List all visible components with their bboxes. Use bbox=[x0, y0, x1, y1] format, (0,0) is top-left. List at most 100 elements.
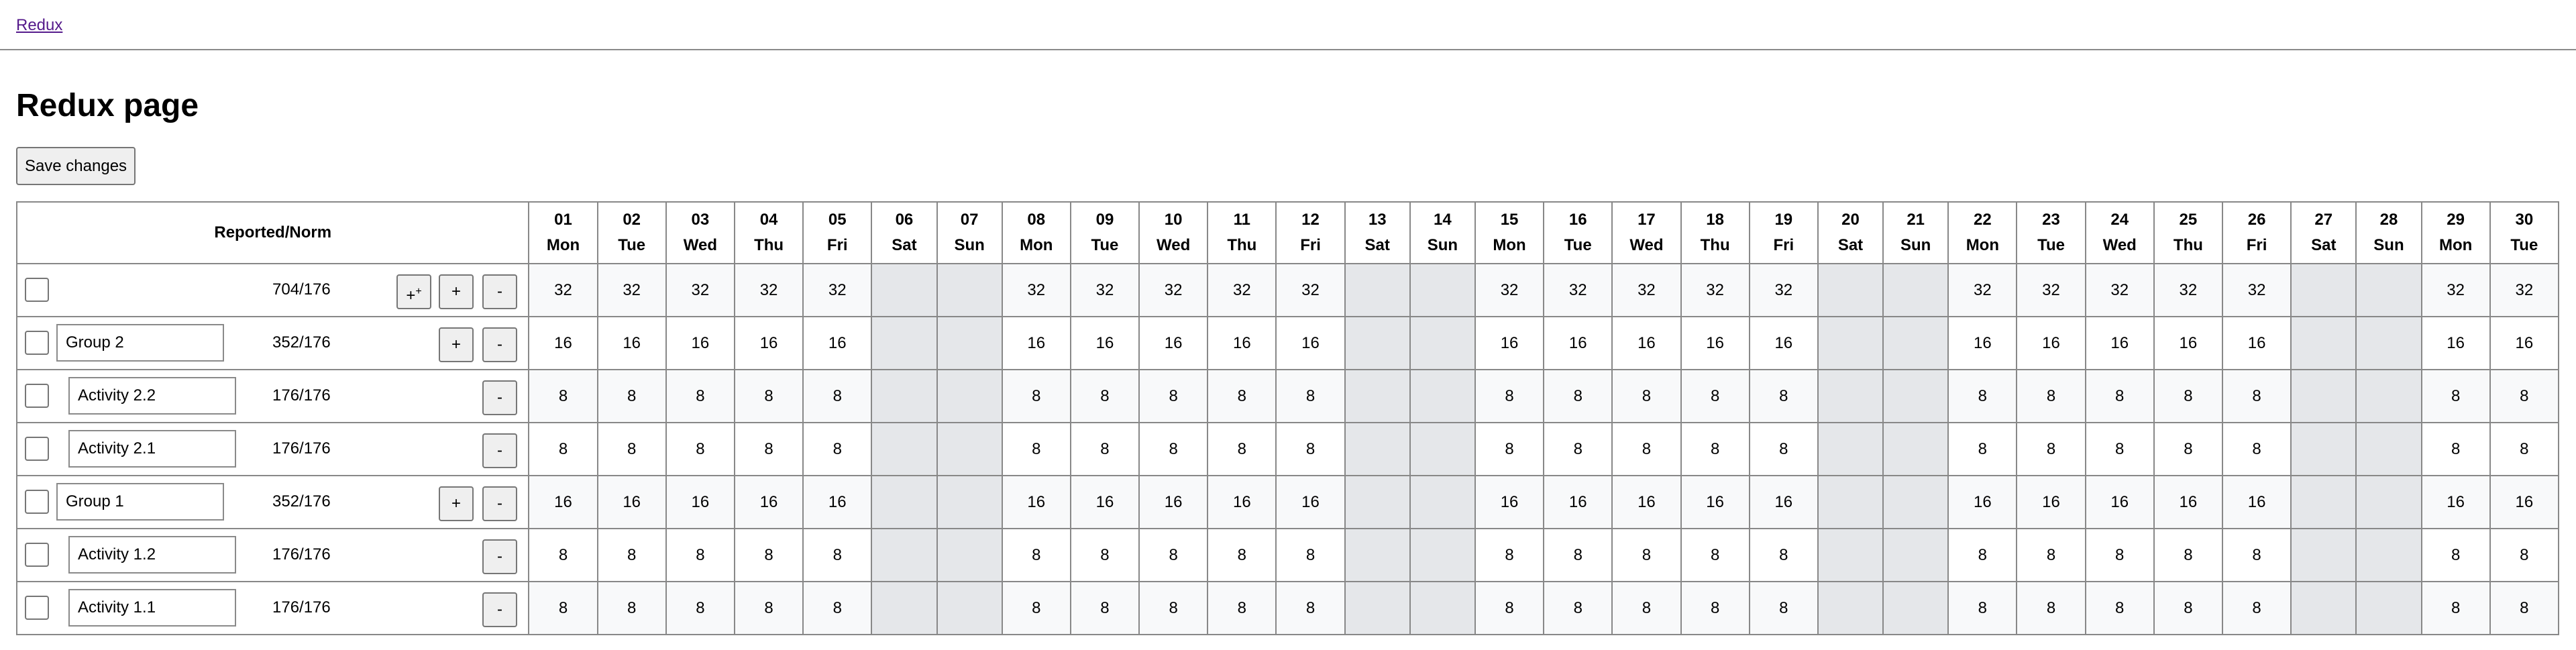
hours-cell[interactable]: 32 bbox=[1680, 263, 1750, 317]
hours-cell[interactable]: 16 bbox=[1680, 316, 1750, 370]
hours-cell[interactable]: 8 bbox=[2420, 369, 2491, 423]
hours-cell[interactable]: 16 bbox=[1543, 475, 1613, 529]
hours-cell[interactable]: 16 bbox=[1207, 475, 1277, 529]
hours-cell[interactable]: 32 bbox=[665, 263, 735, 317]
hours-cell[interactable]: 8 bbox=[1611, 369, 1682, 423]
hours-cell[interactable]: 8 bbox=[1543, 369, 1613, 423]
hours-cell[interactable]: 8 bbox=[1001, 422, 1071, 476]
hours-cell[interactable]: 16 bbox=[2489, 475, 2560, 529]
hours-cell[interactable]: 32 bbox=[2489, 263, 2560, 317]
hours-cell[interactable]: 16 bbox=[2016, 316, 2086, 370]
hours-cell[interactable]: 8 bbox=[2016, 581, 2086, 635]
hours-cell[interactable]: 32 bbox=[2084, 263, 2155, 317]
hours-cell[interactable]: 16 bbox=[1001, 316, 1071, 370]
hours-cell[interactable]: 16 bbox=[1275, 475, 1346, 529]
hours-cell[interactable]: 8 bbox=[2084, 528, 2155, 582]
hours-cell[interactable]: 16 bbox=[1138, 316, 1209, 370]
hours-cell[interactable]: 16 bbox=[2084, 316, 2155, 370]
hours-cell[interactable]: 16 bbox=[1680, 475, 1750, 529]
hours-cell[interactable]: 8 bbox=[1748, 581, 1819, 635]
hours-cell[interactable]: 8 bbox=[2489, 369, 2560, 423]
row-select-checkbox[interactable] bbox=[25, 278, 49, 302]
group-name-input[interactable] bbox=[56, 324, 224, 362]
hours-cell[interactable]: 16 bbox=[528, 475, 598, 529]
hours-cell[interactable]: 16 bbox=[1474, 316, 1545, 370]
hours-cell[interactable]: 16 bbox=[1543, 316, 1613, 370]
hours-cell[interactable]: 8 bbox=[596, 528, 667, 582]
hours-cell[interactable]: 16 bbox=[1138, 475, 1209, 529]
hours-cell[interactable]: 8 bbox=[1748, 528, 1819, 582]
hours-cell[interactable]: 16 bbox=[665, 475, 735, 529]
hours-cell[interactable]: 32 bbox=[1748, 263, 1819, 317]
hours-cell[interactable]: 32 bbox=[2016, 263, 2086, 317]
hours-cell[interactable]: 32 bbox=[2221, 263, 2292, 317]
hours-cell[interactable]: 8 bbox=[1680, 528, 1750, 582]
hours-cell[interactable]: 16 bbox=[2221, 316, 2292, 370]
hours-cell[interactable]: 8 bbox=[2489, 581, 2560, 635]
hours-cell[interactable]: 8 bbox=[2153, 422, 2224, 476]
hours-cell[interactable]: 32 bbox=[1275, 263, 1346, 317]
hours-cell[interactable]: 8 bbox=[1680, 422, 1750, 476]
hours-cell[interactable]: 8 bbox=[733, 422, 804, 476]
hours-cell[interactable]: 8 bbox=[2221, 369, 2292, 423]
hours-cell[interactable]: 32 bbox=[596, 263, 667, 317]
hours-cell[interactable]: 8 bbox=[1680, 369, 1750, 423]
hours-cell[interactable]: 8 bbox=[802, 422, 873, 476]
hours-cell[interactable]: 8 bbox=[1001, 581, 1071, 635]
hours-cell[interactable]: 16 bbox=[1474, 475, 1545, 529]
hours-cell[interactable]: 8 bbox=[1207, 422, 1277, 476]
hours-cell[interactable]: 8 bbox=[1611, 422, 1682, 476]
hours-cell[interactable]: 32 bbox=[1138, 263, 1209, 317]
hours-cell[interactable]: 16 bbox=[733, 475, 804, 529]
hours-cell[interactable]: 8 bbox=[733, 581, 804, 635]
hours-cell[interactable]: 16 bbox=[1275, 316, 1346, 370]
hours-cell[interactable]: 32 bbox=[1001, 263, 1071, 317]
hours-cell[interactable]: 8 bbox=[1069, 528, 1140, 582]
hours-cell[interactable]: 16 bbox=[596, 475, 667, 529]
hours-cell[interactable]: 32 bbox=[1207, 263, 1277, 317]
group-name-input[interactable] bbox=[56, 483, 224, 521]
hours-cell[interactable]: 8 bbox=[528, 581, 598, 635]
row-select-checkbox[interactable] bbox=[25, 596, 49, 620]
hours-cell[interactable]: 8 bbox=[2420, 581, 2491, 635]
hours-cell[interactable]: 16 bbox=[1748, 316, 1819, 370]
save-changes-button[interactable]: Save changes bbox=[16, 147, 136, 185]
hours-cell[interactable]: 8 bbox=[1611, 581, 1682, 635]
hours-cell[interactable]: 8 bbox=[2489, 528, 2560, 582]
hours-cell[interactable]: 8 bbox=[1947, 528, 2018, 582]
hours-cell[interactable]: 8 bbox=[2420, 422, 2491, 476]
remove-button[interactable]: - bbox=[482, 592, 517, 627]
hours-cell[interactable]: 8 bbox=[802, 369, 873, 423]
hours-cell[interactable]: 8 bbox=[1474, 581, 1545, 635]
hours-cell[interactable]: 8 bbox=[1001, 528, 1071, 582]
hours-cell[interactable]: 16 bbox=[733, 316, 804, 370]
redux-nav-link[interactable]: Redux bbox=[16, 16, 62, 35]
hours-cell[interactable]: 16 bbox=[1069, 316, 1140, 370]
hours-cell[interactable]: 16 bbox=[1611, 316, 1682, 370]
hours-cell[interactable]: 8 bbox=[528, 528, 598, 582]
hours-cell[interactable]: 8 bbox=[1275, 581, 1346, 635]
row-select-checkbox[interactable] bbox=[25, 490, 49, 514]
hours-cell[interactable]: 8 bbox=[1543, 581, 1613, 635]
add-button[interactable]: + bbox=[439, 486, 474, 521]
hours-cell[interactable]: 8 bbox=[665, 422, 735, 476]
add-button[interactable]: + bbox=[439, 327, 474, 362]
hours-cell[interactable]: 8 bbox=[2016, 422, 2086, 476]
hours-cell[interactable]: 8 bbox=[1748, 369, 1819, 423]
remove-button[interactable]: - bbox=[482, 539, 517, 574]
hours-cell[interactable]: 32 bbox=[1069, 263, 1140, 317]
hours-cell[interactable]: 8 bbox=[1947, 369, 2018, 423]
hours-cell[interactable]: 16 bbox=[2084, 475, 2155, 529]
hours-cell[interactable]: 8 bbox=[2221, 528, 2292, 582]
hours-cell[interactable]: 8 bbox=[2084, 369, 2155, 423]
hours-cell[interactable]: 8 bbox=[596, 422, 667, 476]
row-select-checkbox[interactable] bbox=[25, 331, 49, 355]
remove-button[interactable]: - bbox=[482, 486, 517, 521]
hours-cell[interactable]: 16 bbox=[2420, 316, 2491, 370]
hours-cell[interactable]: 8 bbox=[1680, 581, 1750, 635]
hours-cell[interactable]: 8 bbox=[733, 369, 804, 423]
hours-cell[interactable]: 8 bbox=[2153, 581, 2224, 635]
activity-name-input[interactable] bbox=[68, 430, 236, 468]
hours-cell[interactable]: 16 bbox=[2016, 475, 2086, 529]
activity-name-input[interactable] bbox=[68, 536, 236, 574]
